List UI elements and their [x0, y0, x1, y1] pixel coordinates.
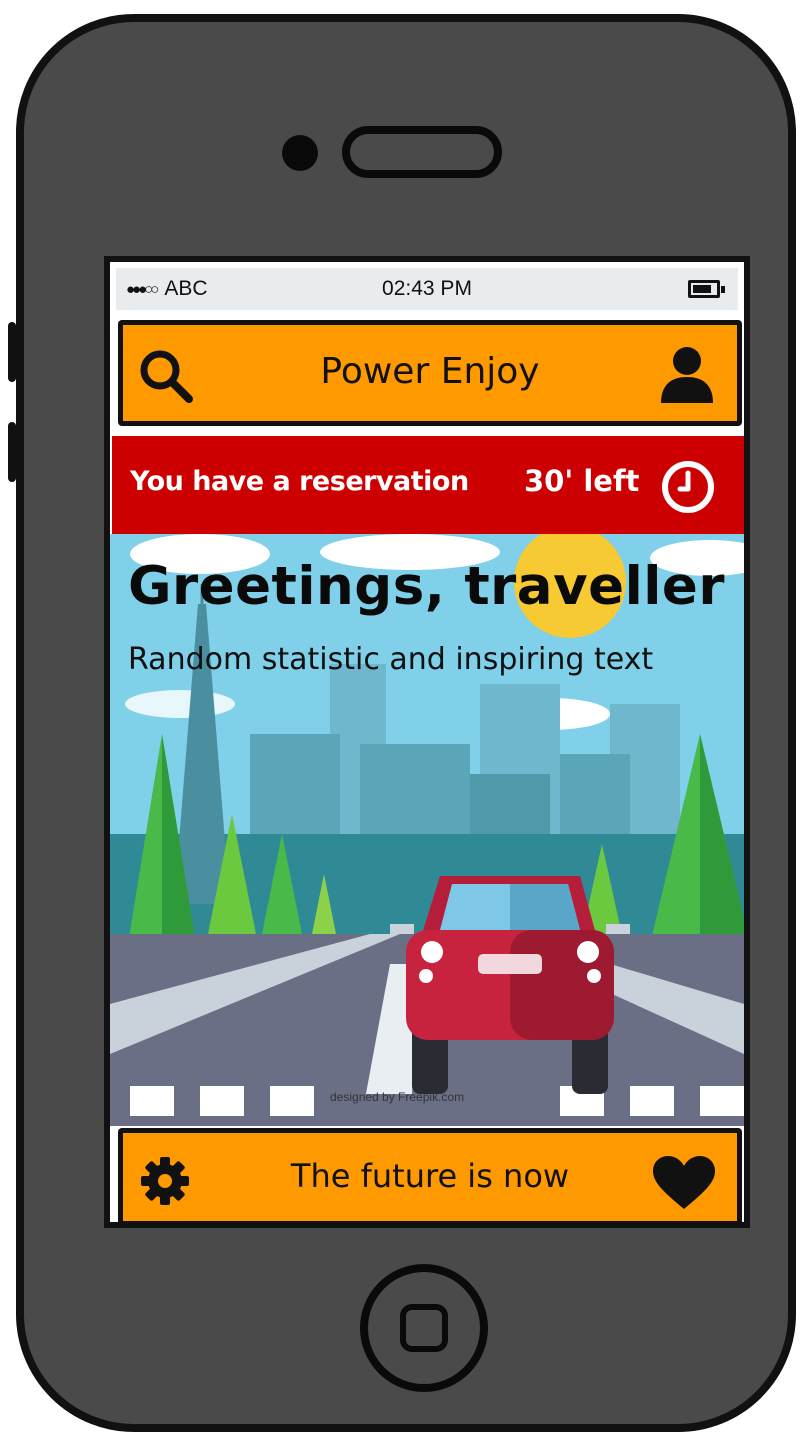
phone-screen: ●●●○○ ABC 02:43 PM Power Enjoy You have …: [104, 256, 750, 1228]
battery-icon: [688, 280, 725, 298]
inspiring-subtext: Random statistic and inspiring text: [128, 642, 654, 677]
app-title: Power Enjoy: [320, 351, 540, 392]
signal-strength: ●●●○○: [126, 280, 159, 298]
home-button[interactable]: [360, 1264, 488, 1392]
reservation-time-left: 30' left: [524, 464, 640, 498]
footer-tagline: The future is now: [290, 1157, 570, 1195]
earpiece-speaker: [342, 126, 502, 178]
phone-frame: ●●●○○ ABC 02:43 PM Power Enjoy You have …: [8, 14, 796, 1432]
image-credit: designed by Freepik.com: [330, 1090, 465, 1104]
clock-icon: [662, 461, 714, 513]
status-time: 02:43 PM: [382, 277, 472, 300]
greeting-heading: Greetings, traveller: [128, 556, 725, 617]
status-bar: ●●●○○ ABC 02:43 PM: [116, 268, 738, 310]
hero-illustration: Greetings, traveller Random statistic an…: [110, 534, 744, 1126]
bottom-app-bar: The future is now: [118, 1128, 742, 1222]
carrier-name: ABC: [164, 277, 208, 300]
volume-button-down: [8, 422, 16, 482]
reservation-banner[interactable]: You have a reservation 30' left: [112, 436, 744, 534]
volume-button-up: [8, 322, 16, 382]
heart-icon[interactable]: [651, 1155, 717, 1211]
reservation-message: You have a reservation: [130, 466, 469, 497]
city-road-illustration: [110, 534, 744, 1126]
top-app-bar: Power Enjoy: [118, 320, 742, 426]
user-icon[interactable]: [659, 345, 715, 405]
home-button-square-icon: [400, 1304, 448, 1352]
front-camera: [282, 135, 318, 171]
